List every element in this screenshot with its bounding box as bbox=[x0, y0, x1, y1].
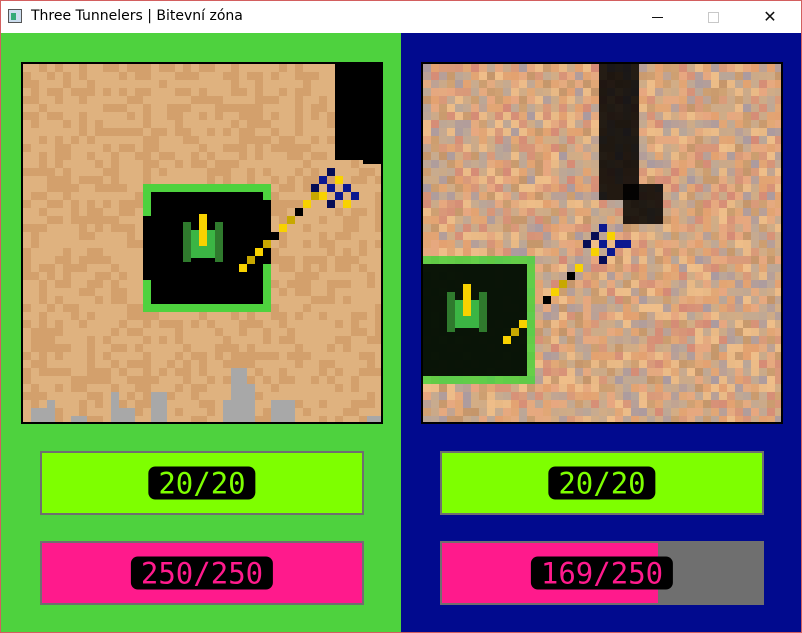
laser-shot bbox=[263, 240, 271, 248]
health-bar: 250/250 bbox=[40, 541, 364, 605]
close-button[interactable]: ✕ bbox=[747, 1, 793, 32]
maximize-icon bbox=[707, 12, 719, 23]
energy-bar: 20/20 bbox=[440, 451, 764, 515]
laser-shot bbox=[559, 280, 567, 288]
rock bbox=[367, 416, 381, 422]
rock bbox=[231, 368, 247, 422]
game-map-view bbox=[423, 64, 781, 422]
laser-shot bbox=[551, 288, 559, 296]
laser-shot bbox=[295, 208, 303, 216]
laser-shot bbox=[279, 224, 287, 232]
laser-shot bbox=[303, 200, 311, 208]
window-title: Three Tunnelers | Bitevní zóna bbox=[31, 8, 243, 24]
health-label: 169/250 bbox=[530, 556, 674, 590]
rock bbox=[271, 400, 295, 422]
tunnel bbox=[363, 104, 381, 164]
base-gate bbox=[143, 216, 151, 280]
energy-label: 20/20 bbox=[148, 466, 256, 500]
rock bbox=[247, 384, 255, 422]
laser-shot bbox=[519, 320, 527, 328]
title-bar[interactable]: Three Tunnelers | Bitevní zóna ✕ bbox=[1, 1, 801, 32]
energy-bar: 20/20 bbox=[40, 451, 364, 515]
player-panel-green: 20/20 250/250 bbox=[1, 33, 401, 632]
rock bbox=[151, 392, 167, 422]
base-gate bbox=[263, 200, 271, 264]
laser-shot bbox=[543, 296, 551, 304]
minimize-button[interactable] bbox=[634, 1, 680, 32]
rock bbox=[111, 392, 119, 422]
rock bbox=[119, 408, 135, 422]
tunnel bbox=[623, 184, 663, 224]
tunnel bbox=[599, 64, 639, 200]
energy-label: 20/20 bbox=[548, 466, 656, 500]
player-view-blue bbox=[421, 62, 783, 424]
laser-shot bbox=[287, 216, 295, 224]
rock bbox=[47, 400, 55, 422]
rock bbox=[71, 416, 87, 422]
app-icon bbox=[8, 9, 22, 23]
maximize-button[interactable] bbox=[690, 1, 736, 32]
game-map-view bbox=[23, 64, 381, 422]
minimize-icon bbox=[651, 17, 663, 18]
laser-shot bbox=[271, 232, 279, 240]
player-view-green bbox=[21, 62, 383, 424]
laser-shot bbox=[567, 272, 575, 280]
game-window: Three Tunnelers | Bitevní zóna ✕ 20/20 2… bbox=[0, 0, 802, 633]
laser-shot bbox=[511, 328, 519, 336]
laser-shot bbox=[503, 336, 511, 344]
laser-shot bbox=[255, 248, 263, 256]
laser-shot bbox=[239, 264, 247, 272]
health-label: 250/250 bbox=[130, 556, 274, 590]
laser-shot bbox=[311, 192, 319, 200]
health-bar: 169/250 bbox=[440, 541, 764, 605]
laser-shot bbox=[247, 256, 255, 264]
player-panel-blue: 20/20 169/250 bbox=[401, 33, 801, 632]
close-icon: ✕ bbox=[763, 7, 777, 26]
laser-shot bbox=[575, 264, 583, 272]
